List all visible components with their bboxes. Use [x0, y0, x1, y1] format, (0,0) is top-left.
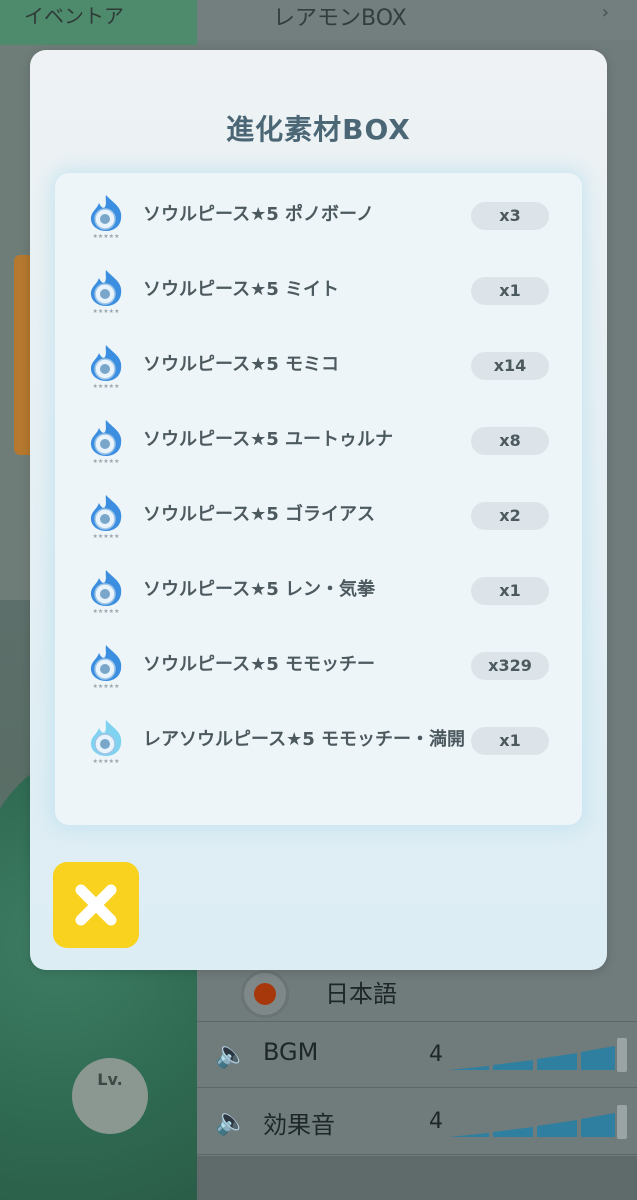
setting-row-sfx: 🔈 効果音 4: [197, 1089, 637, 1155]
material-row: ★★★★★ レアソウルピース★5 モモッチー・満開 x1: [55, 703, 582, 778]
soul-piece-icon: ★★★★★: [90, 495, 122, 539]
material-count-badge: x1: [471, 577, 549, 605]
modal-title: 進化素材BOX: [226, 113, 411, 146]
setting-label: 効果音: [263, 1111, 335, 1139]
soul-piece-icon: ★★★★★: [90, 570, 122, 614]
material-row: ★★★★★ ソウルピース★5 モモッチー x329: [55, 628, 582, 703]
level-up-badge: Lv.: [72, 1058, 148, 1134]
soul-piece-icon: ★★★★★: [90, 420, 122, 464]
material-list[interactable]: ★★★★★ソウルピース★5 ピクピク・80GBx1★★★★★ソウルピース★5 ポ…: [55, 173, 582, 825]
material-name: ソウルピース★5 ユートゥルナ: [143, 429, 394, 450]
material-list-scroll: ★★★★★ソウルピース★5 ピクピク・80GBx1★★★★★ソウルピース★5 ポ…: [55, 173, 582, 778]
rare-box-label: レアモンBOX: [273, 6, 407, 31]
material-count-badge: x14: [471, 352, 549, 380]
svg-text:★★★★★: ★★★★★: [93, 233, 120, 239]
language-radio: [241, 970, 289, 1018]
soul-piece-icon: ★★★★★: [90, 645, 122, 689]
material-name: ソウルピース★5 ポノボーノ: [143, 204, 374, 225]
setting-row-bgm: 🔈 BGM 4: [197, 1022, 637, 1088]
svg-text:★★★★★: ★★★★★: [93, 458, 120, 464]
material-row: ★★★★★ ソウルピース★5 ユートゥルナ x8: [55, 403, 582, 478]
setting-value: 4: [429, 1109, 443, 1134]
event-tab: イベントア: [24, 4, 124, 28]
bottom-strip: [197, 1156, 637, 1200]
svg-text:★★★★★: ★★★★★: [93, 608, 120, 614]
soul-piece-icon: ★★★★★: [90, 270, 122, 314]
svg-text:★★★★★: ★★★★★: [93, 383, 120, 389]
material-name: ソウルピース★5 モモッチー: [143, 654, 376, 675]
material-row: ★★★★★ ソウルピース★5 ゴライアス x2: [55, 478, 582, 553]
material-count-badge: x1: [471, 277, 549, 305]
svg-text:★★★★★: ★★★★★: [93, 758, 120, 764]
svg-text:★★★★★: ★★★★★: [93, 533, 120, 539]
material-row: ★★★★★ ソウルピース★5 レン・気拳 x1: [55, 553, 582, 628]
soul-piece-icon: ★★★★★: [90, 345, 122, 389]
svg-text:★★★★★: ★★★★★: [93, 308, 120, 314]
svg-text:★★★★★: ★★★★★: [93, 683, 120, 689]
material-count-badge: x1: [471, 727, 549, 755]
material-name: ソウルピース★5 レン・気拳: [143, 579, 376, 600]
material-count-badge: x329: [471, 652, 549, 680]
chevron-right-icon: ›: [601, 2, 609, 23]
rare-box-row: レアモンBOX ›: [197, 0, 637, 40]
soul-piece-icon: ★★★★★: [90, 720, 122, 764]
volume-slider: [449, 1038, 627, 1072]
material-count-badge: x8: [471, 427, 549, 455]
soul-piece-icon: ★★★★★: [90, 195, 122, 239]
material-row: ★★★★★ ソウルピース★5 ポノボーノ x3: [55, 178, 582, 253]
close-button[interactable]: [53, 862, 139, 948]
material-count-badge: x3: [471, 202, 549, 230]
speaker-icon: 🔈: [215, 1040, 248, 1070]
material-row: ★★★★★ ソウルピース★5 ミイト x1: [55, 253, 582, 328]
close-x-icon: [75, 884, 117, 926]
material-name: ソウルピース★5 ゴライアス: [143, 504, 376, 525]
language-label: 日本語: [325, 980, 397, 1008]
material-name: ソウルピース★5 ミイト: [143, 279, 340, 300]
material-row: ★★★★★ ソウルピース★5 モミコ x14: [55, 328, 582, 403]
setting-value: 4: [429, 1042, 443, 1067]
setting-label: BGM: [263, 1038, 319, 1066]
material-name: レアソウルピース★5 モモッチー・満開: [143, 729, 466, 750]
evolution-material-box-modal: 進化素材BOX ★★★★★ソウルピース★5 ピクピク・80GBx1★★★★★ソウ…: [30, 50, 607, 970]
material-name: ソウルピース★5 モミコ: [143, 354, 340, 375]
volume-slider: [449, 1105, 627, 1139]
speaker-icon: 🔈: [215, 1107, 248, 1137]
material-count-badge: x2: [471, 502, 549, 530]
